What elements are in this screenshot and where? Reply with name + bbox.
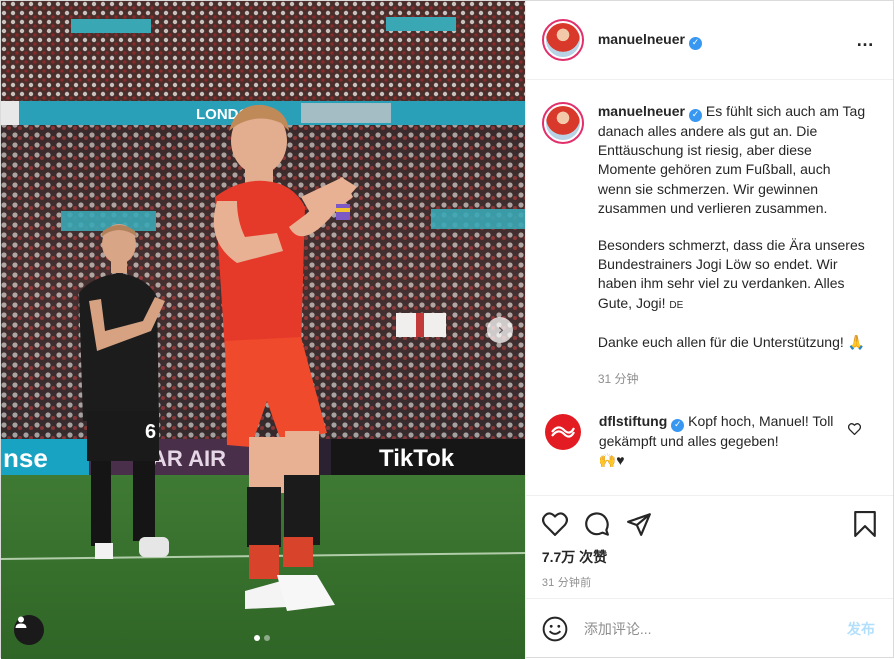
caption-avatar[interactable] (541, 102, 584, 144)
post-sidebar: manuelneuer ✓ … manuelneuer ✓ Es fühlt sic… (524, 1, 893, 659)
comment-emoji: 🙌♥ (598, 452, 625, 469)
commenter-username[interactable]: dflstiftung (599, 413, 667, 429)
like-heart-icon[interactable] (541, 512, 568, 536)
post-comment-button[interactable]: 发布 (847, 619, 875, 639)
verified-badge-icon: ✓ (688, 36, 702, 50)
ad-board-left: nse (3, 443, 48, 473)
dfl-logo-icon (550, 426, 575, 438)
author-avatar[interactable] (541, 19, 584, 61)
commenter-avatar[interactable] (544, 414, 581, 451)
carousel-next-button[interactable]: › (487, 317, 513, 343)
caption-time[interactable]: 31 分钟 (598, 370, 868, 389)
caption-paragraph-2: Besonders schmerzt, dass die Ära unseres… (597, 237, 865, 311)
comment-like-heart-icon[interactable] (847, 422, 862, 440)
carousel-dot-2 (264, 635, 270, 641)
comment-item: dflstiftung ✓ Kopf hoch, Manuel! Toll gek… (542, 412, 877, 470)
carousel-dot-1 (254, 635, 260, 641)
germany-flag-label: DE (669, 299, 684, 311)
stadium-photo: LONDON nse AR AIR TikTok 6 (1, 1, 525, 659)
caption-paragraph-3: Danke euch allen für die Unterstützung! … (597, 333, 866, 350)
player-number: 6 (145, 421, 156, 443)
emoji-smiley-icon[interactable] (542, 616, 568, 642)
caption-paragraph-1: Es fühlt sich auch am Tag danach alles a… (597, 103, 866, 216)
likes-count[interactable]: 7.7万 次赞 (542, 547, 877, 567)
verified-badge-icon: ✓ (688, 109, 702, 122)
save-bookmark-icon[interactable] (853, 511, 877, 537)
instagram-post: LONDON nse AR AIR TikTok 6 › manuelneuer… (0, 0, 894, 659)
caption-username[interactable]: manuelneuer (598, 103, 685, 119)
comment-input[interactable] (583, 621, 847, 637)
add-comment-bar: 发布 (525, 598, 893, 659)
comment-bubble-icon[interactable] (584, 511, 610, 537)
post-photo[interactable]: LONDON nse AR AIR TikTok 6 › (1, 1, 525, 659)
verified-badge-icon: ✓ (671, 419, 685, 433)
share-send-icon[interactable] (626, 512, 652, 536)
ad-board-right: TikTok (379, 445, 455, 472)
ad-board-middle: AR AIR (151, 446, 226, 471)
post-header: manuelneuer ✓ … (525, 1, 893, 80)
more-options-icon[interactable]: … (856, 30, 875, 51)
tagged-users-button[interactable] (14, 615, 44, 645)
author-username[interactable]: manuelneuer ✓ (598, 31, 702, 50)
comments-section: manuelneuer ✓ Es fühlt sich auch am Tag d… (526, 80, 893, 495)
chevron-right-icon: › (497, 320, 505, 339)
user-icon (15, 616, 27, 628)
post-timestamp[interactable]: 31 分钟前 (542, 574, 877, 590)
post-actions: 7.7万 次赞 31 分钟前 (525, 495, 893, 598)
carousel-indicator (254, 635, 270, 641)
post-caption: manuelneuer ✓ Es fühlt sich auch am Tag d… (541, 102, 877, 389)
